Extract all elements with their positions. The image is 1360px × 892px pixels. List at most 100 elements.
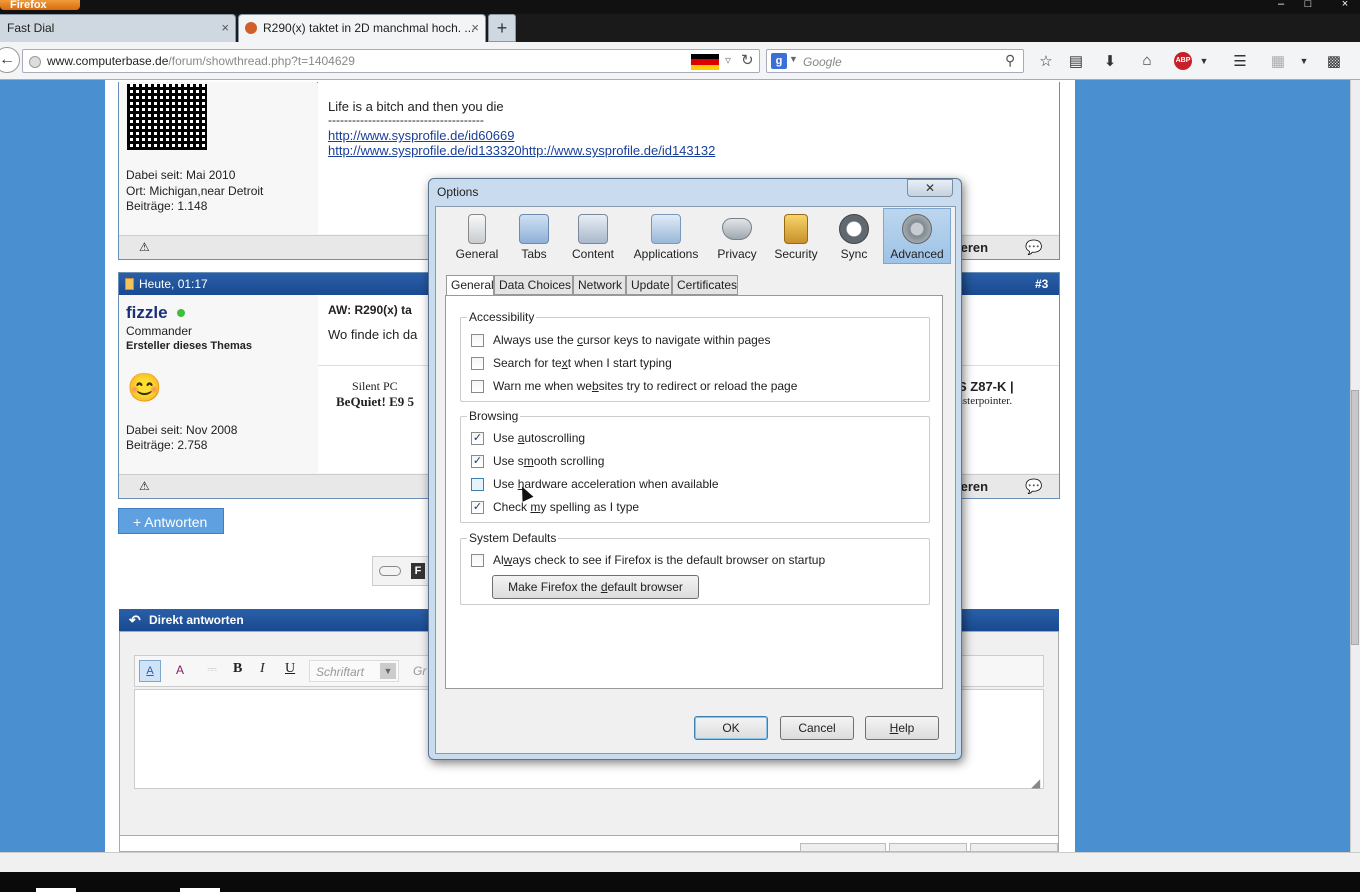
report-warning-icon[interactable]: ⚠ [139, 479, 150, 493]
ok-button[interactable]: OK [694, 716, 768, 740]
online-status-icon [177, 309, 185, 317]
bottom-button[interactable] [800, 843, 886, 852]
pane-advanced[interactable]: Advanced [883, 208, 951, 264]
checkbox-box[interactable] [471, 357, 484, 370]
sysprofile-link-1[interactable]: http://www.sysprofile.de/id60669 [328, 128, 514, 143]
adblock-icon[interactable]: ABP [1174, 52, 1192, 70]
firefox-menu-button[interactable]: Firefox [0, 0, 80, 11]
dialog-close-button[interactable]: ✕ [907, 179, 953, 197]
grid-icon[interactable]: ▦ [1268, 52, 1288, 72]
checkbox-box[interactable] [471, 554, 484, 567]
remove-format-icon[interactable]: A [169, 660, 191, 682]
toggle-icon[interactable] [379, 566, 401, 576]
bold-button[interactable]: B [233, 661, 242, 677]
pane-applications[interactable]: Applications [626, 209, 706, 264]
tab-close-icon[interactable]: × [471, 15, 479, 41]
url-bar[interactable]: www.computerbase.de/forum/showthread.php… [22, 49, 760, 73]
bottom-button[interactable] [970, 843, 1058, 852]
menu-icon[interactable]: ☰ [1230, 52, 1250, 72]
signature-line: Life is a bitch and then you die [328, 99, 504, 114]
checkbox-box[interactable] [471, 380, 484, 393]
resize-handle-icon[interactable]: ◢ [1031, 776, 1040, 790]
pane-security[interactable]: Security [767, 209, 825, 264]
pane-general[interactable]: General [448, 209, 506, 264]
close-window-button[interactable]: × [1332, 0, 1358, 10]
downloads-icon[interactable]: ⬇ [1100, 52, 1120, 72]
facebook-icon[interactable]: F [411, 563, 425, 579]
paste-icon[interactable]: ⎓ [203, 662, 221, 680]
pane-tabs[interactable]: Tabs [505, 209, 563, 264]
bottom-button[interactable] [889, 843, 967, 852]
post-1-userinfo: Dabei seit: Mai 2010 Ort: Michigan,near … [119, 82, 317, 234]
multi-quote-icon[interactable]: 💬 [1025, 478, 1042, 495]
size-select-value[interactable]: Gr [413, 664, 426, 678]
font-select[interactable]: Schriftart ▼ [309, 660, 399, 682]
bookmark-star-icon[interactable]: ☆ [1036, 52, 1056, 72]
general-icon [468, 214, 486, 244]
cancel-button[interactable]: Cancel [780, 716, 854, 740]
search-placeholder: Google [803, 55, 842, 69]
subtab-certificates[interactable]: Certificates [672, 275, 738, 295]
signature-text: Silent PC [352, 379, 398, 393]
pane-privacy[interactable]: Privacy [708, 209, 766, 264]
checkbox-box[interactable] [471, 334, 484, 347]
multi-quote-icon[interactable]: 💬 [1025, 239, 1042, 256]
post-number[interactable]: #3 [1035, 273, 1048, 295]
subtab-network[interactable]: Network [573, 275, 626, 295]
share-toolbar: F [372, 556, 432, 586]
browsing-group: Browsing ✓ Use autoscrolling ✓ Use smoot… [460, 409, 930, 523]
italic-button[interactable]: I [260, 661, 265, 677]
bookmarks-list-icon[interactable]: ▤ [1066, 52, 1086, 72]
username-link[interactable]: fizzle [126, 303, 168, 323]
tab-label: Fast Dial [7, 21, 55, 35]
signature-text: asterpointer. [958, 395, 1013, 407]
tab-close-icon[interactable]: × [221, 15, 229, 41]
tab-fast-dial[interactable]: Fast Dial × [0, 14, 236, 42]
scrollbar-thumb[interactable] [1351, 390, 1359, 645]
post-text: Wo finde ich da [328, 327, 418, 342]
dropdown-arrow-icon[interactable]: ▿ [725, 53, 731, 67]
taskbar-item[interactable] [180, 888, 220, 892]
applications-icon [651, 214, 681, 244]
german-flag-icon [691, 54, 719, 70]
qr-code-icon [127, 84, 207, 150]
os-taskbar [0, 872, 1360, 892]
tab-computerbase[interactable]: R290(x) taktet in 2D manchmal hoch. ... … [238, 14, 486, 42]
checkbox-box[interactable] [471, 478, 484, 491]
grid-dropdown-icon[interactable]: ▼ [1294, 56, 1314, 76]
maximize-button[interactable]: □ [1295, 0, 1321, 10]
site-identity-icon[interactable] [29, 56, 41, 68]
minimize-button[interactable]: – [1268, 0, 1294, 10]
addon-icon[interactable]: ▩ [1324, 52, 1344, 72]
pane-content[interactable]: Content [564, 209, 622, 264]
back-button[interactable]: ← [0, 47, 20, 73]
underline-button[interactable]: U [285, 661, 295, 677]
reload-icon[interactable]: ↻ [741, 51, 754, 69]
sysprofile-link-2[interactable]: http://www.sysprofile.de/id133320http://… [328, 143, 715, 158]
reply-button[interactable]: + Antworten [118, 508, 224, 534]
new-tab-button[interactable]: + [488, 14, 516, 42]
search-magnifier-icon[interactable]: ⚲ [1005, 52, 1015, 69]
subtab-data-choices[interactable]: Data Choices [494, 275, 573, 295]
advanced-icon [902, 214, 932, 244]
google-engine-icon[interactable]: g [771, 53, 787, 69]
make-default-browser-button[interactable]: Make Firefox the default browser [492, 575, 699, 599]
tabs-icon [519, 214, 549, 244]
subtab-general[interactable]: General [446, 275, 494, 296]
pane-sync[interactable]: Sync [825, 209, 883, 264]
report-warning-icon[interactable]: ⚠ [139, 240, 150, 254]
subtab-update[interactable]: Update [626, 275, 672, 295]
wysiwyg-toggle-icon[interactable]: A [139, 660, 161, 682]
home-icon[interactable]: ⌂ [1137, 52, 1157, 72]
search-bar[interactable]: g ▼ Google ⚲ [766, 49, 1024, 73]
checkbox-box[interactable]: ✓ [471, 432, 484, 445]
post-count: Beiträge: 1.148 [126, 199, 208, 213]
checkbox-box[interactable]: ✓ [471, 501, 484, 514]
post-2-userinfo: fizzle Commander Ersteller dieses Themas… [119, 295, 317, 473]
help-button[interactable]: Help [865, 716, 939, 740]
adblock-dropdown-icon[interactable]: ▼ [1194, 56, 1214, 76]
checkbox-box[interactable]: ✓ [471, 455, 484, 468]
taskbar-item[interactable] [36, 888, 76, 892]
engine-dropdown-icon[interactable]: ▼ [789, 54, 798, 64]
location: Ort: Michigan,near Detroit [126, 184, 264, 198]
